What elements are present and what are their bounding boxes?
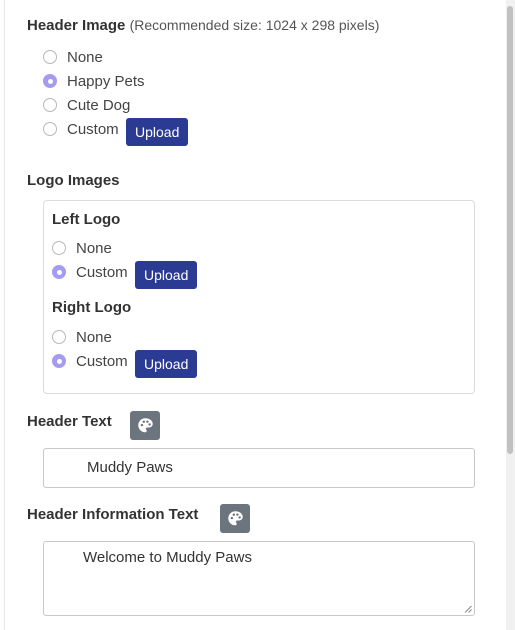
header-image-option-custom[interactable]: Custom xyxy=(43,120,119,138)
radio-button[interactable] xyxy=(52,241,66,255)
header-info-text-color-button[interactable] xyxy=(220,504,250,533)
palette-icon xyxy=(137,418,153,433)
palette-icon xyxy=(227,511,243,526)
radio-button-selected[interactable] xyxy=(43,74,57,88)
radio-button-selected[interactable] xyxy=(52,354,66,368)
radio-label: Cute Dog xyxy=(67,96,131,114)
radio-button[interactable] xyxy=(43,98,57,112)
header-info-text-area[interactable]: Welcome to Muddy Paws xyxy=(43,541,475,616)
radio-label: None xyxy=(76,328,112,346)
radio-label: Happy Pets xyxy=(67,72,145,90)
left-logo-title: Left Logo xyxy=(52,211,121,228)
header-info-text-value: Welcome to Muddy Paws xyxy=(83,549,252,566)
radio-button[interactable] xyxy=(43,50,57,64)
left-logo-upload-button[interactable]: Upload xyxy=(135,261,198,289)
header-text-color-button[interactable] xyxy=(130,411,160,440)
resize-handle-icon[interactable] xyxy=(464,605,472,613)
header-image-upload-button[interactable]: Upload xyxy=(126,118,189,146)
radio-label: Custom xyxy=(76,352,128,370)
logo-images-title: Logo Images xyxy=(27,172,120,189)
header-image-option-none[interactable]: None xyxy=(43,48,103,66)
header-image-title: Header Image (Recommended size: 1024 x 2… xyxy=(27,17,379,34)
right-logo-option-none[interactable]: None xyxy=(52,328,112,346)
scrollbar[interactable] xyxy=(506,0,515,630)
header-text-input[interactable]: Muddy Paws xyxy=(43,448,475,488)
radio-label: Custom xyxy=(67,120,119,138)
radio-button-selected[interactable] xyxy=(52,265,66,279)
header-image-label: Header Image xyxy=(27,17,126,34)
header-text-title: Header Text xyxy=(27,413,112,430)
left-logo-option-custom[interactable]: Custom xyxy=(52,263,128,281)
scrollbar-thumb[interactable] xyxy=(507,6,513,454)
header-image-option-happy-pets[interactable]: Happy Pets xyxy=(43,72,145,90)
right-logo-upload-button[interactable]: Upload xyxy=(135,350,198,378)
radio-label: Custom xyxy=(76,263,128,281)
radio-button[interactable] xyxy=(52,330,66,344)
header-image-size-hint: (Recommended size: 1024 x 298 pixels) xyxy=(129,17,380,33)
header-image-option-cute-dog[interactable]: Cute Dog xyxy=(43,96,130,114)
radio-button[interactable] xyxy=(43,122,57,136)
radio-label: None xyxy=(76,239,112,257)
right-logo-option-custom[interactable]: Custom xyxy=(52,352,128,370)
right-logo-title: Right Logo xyxy=(52,299,132,316)
left-logo-option-none[interactable]: None xyxy=(52,239,112,257)
radio-label: None xyxy=(67,48,103,66)
header-info-text-title: Header Information Text xyxy=(27,506,199,523)
